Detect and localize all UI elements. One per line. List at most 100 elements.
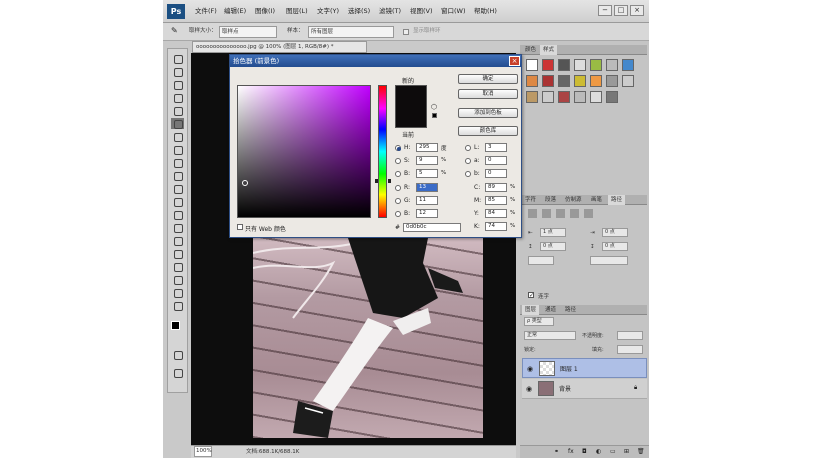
- web-colors-only-checkbox[interactable]: [237, 224, 243, 230]
- align-center-icon[interactable]: [542, 209, 551, 218]
- tab-brush[interactable]: 画笔: [588, 195, 605, 205]
- r-input[interactable]: 13: [416, 183, 438, 192]
- y-input[interactable]: 84: [485, 209, 507, 218]
- style-swatch[interactable]: [558, 59, 570, 71]
- add-mask-icon[interactable]: ◘: [582, 448, 587, 455]
- type-tool-icon[interactable]: [171, 248, 184, 259]
- new-group-icon[interactable]: ▭: [610, 448, 616, 455]
- style-swatch[interactable]: [558, 91, 570, 103]
- eye-icon[interactable]: ◉: [527, 365, 533, 373]
- dodge-tool-icon[interactable]: [171, 222, 184, 233]
- hand-tool-icon[interactable]: [171, 287, 184, 298]
- menu-filter[interactable]: 滤镜(T): [379, 0, 401, 23]
- eraser-tool-icon[interactable]: [171, 183, 184, 194]
- style-swatch[interactable]: [574, 91, 586, 103]
- space-before-field[interactable]: 0 点: [540, 242, 566, 251]
- style-swatch[interactable]: [558, 75, 570, 87]
- menu-file[interactable]: 文件(F): [195, 0, 217, 23]
- brush-tool-icon[interactable]: [171, 144, 184, 155]
- fill-field[interactable]: [617, 345, 643, 354]
- crop-tool-icon[interactable]: [171, 105, 184, 116]
- document-tab[interactable]: ooooooooooooooo.jpg @ 100% (图层 1, RGB/8#…: [192, 41, 367, 53]
- radio-blue[interactable]: [395, 211, 401, 217]
- tab-styles[interactable]: 样式: [540, 45, 558, 55]
- current-color-swatch[interactable]: [395, 107, 427, 128]
- maximize-button[interactable]: □: [614, 5, 628, 16]
- radio-s[interactable]: [395, 158, 401, 164]
- style-swatch[interactable]: [590, 91, 602, 103]
- hue-slider[interactable]: [378, 85, 387, 218]
- marquee-tool-icon[interactable]: [171, 66, 184, 77]
- radio-g[interactable]: [395, 198, 401, 204]
- menu-image[interactable]: 图像(I): [255, 0, 275, 23]
- menu-layer[interactable]: 图层(L): [286, 0, 308, 23]
- color-field[interactable]: [237, 85, 371, 218]
- style-swatch[interactable]: [606, 75, 618, 87]
- eye-icon[interactable]: ◉: [526, 385, 532, 393]
- c-input[interactable]: 89: [485, 183, 507, 192]
- style-swatch[interactable]: [542, 75, 554, 87]
- tab-character[interactable]: 字符: [522, 195, 539, 205]
- pen-tool-icon[interactable]: [171, 235, 184, 246]
- radio-b[interactable]: [395, 171, 401, 177]
- tab-paths-layers[interactable]: 路径: [562, 305, 579, 315]
- hyphen-checkbox[interactable]: ✓: [528, 292, 534, 299]
- align-left-icon[interactable]: [528, 209, 537, 218]
- l-input[interactable]: 3: [485, 143, 507, 152]
- tab-layers[interactable]: 图层: [522, 305, 540, 315]
- layer-row[interactable]: ◉ 背景 🔒︎: [522, 379, 647, 399]
- history-brush-tool-icon[interactable]: [171, 170, 184, 181]
- lab-b-input[interactable]: 0: [485, 169, 507, 178]
- k-input[interactable]: 74: [485, 222, 507, 231]
- eyedropper-tool-icon[interactable]: [171, 118, 184, 129]
- radio-h[interactable]: [395, 145, 401, 151]
- a-input[interactable]: 0: [485, 156, 507, 165]
- style-swatch[interactable]: [526, 91, 538, 103]
- path-select-tool-icon[interactable]: [171, 261, 184, 272]
- mojikumi-select[interactable]: [590, 256, 628, 265]
- tab-paths[interactable]: 路径: [608, 195, 626, 205]
- menu-edit[interactable]: 编辑(E): [224, 0, 246, 23]
- m-input[interactable]: 85: [485, 196, 507, 205]
- justify-all-icon[interactable]: [584, 209, 593, 218]
- tab-paragraph[interactable]: 段落: [542, 195, 559, 205]
- menu-type[interactable]: 文字(Y): [317, 0, 339, 23]
- ok-button[interactable]: 确定: [458, 74, 518, 84]
- style-swatch[interactable]: [542, 91, 554, 103]
- layer-style-icon[interactable]: fx: [568, 448, 574, 455]
- lasso-tool-icon[interactable]: [171, 79, 184, 90]
- blur-tool-icon[interactable]: [171, 209, 184, 220]
- style-swatch[interactable]: [622, 75, 634, 87]
- gradient-tool-icon[interactable]: [171, 196, 184, 207]
- hue-slider-handle[interactable]: [375, 179, 391, 183]
- style-swatch[interactable]: [590, 59, 602, 71]
- menu-help[interactable]: 帮助(H): [474, 0, 497, 23]
- kinsoku-select[interactable]: [528, 256, 554, 265]
- screen-mode-icon[interactable]: [171, 367, 184, 378]
- indent-right-field[interactable]: 0 点: [602, 228, 628, 237]
- minimize-button[interactable]: −: [598, 5, 612, 16]
- style-swatch-none[interactable]: [526, 59, 538, 71]
- indent-left-field[interactable]: 1 点: [540, 228, 566, 237]
- menu-window[interactable]: 窗口(W): [441, 0, 466, 23]
- show-ring-checkbox[interactable]: [403, 29, 409, 35]
- zoom-tool-icon[interactable]: [171, 300, 184, 311]
- justify-icon[interactable]: [570, 209, 579, 218]
- web-safe-swatch[interactable]: [432, 113, 437, 118]
- add-to-swatches-button[interactable]: 添加到色板: [458, 108, 518, 118]
- healing-tool-icon[interactable]: [171, 131, 184, 142]
- gamut-cube-icon[interactable]: ⬡: [431, 103, 437, 111]
- close-window-button[interactable]: ×: [630, 5, 644, 16]
- radio-l[interactable]: [465, 145, 471, 151]
- hex-input[interactable]: 0d0b0c: [403, 223, 461, 232]
- color-libraries-button[interactable]: 颜色库: [458, 126, 518, 136]
- style-swatch[interactable]: [606, 91, 618, 103]
- shape-tool-icon[interactable]: [171, 274, 184, 285]
- align-right-icon[interactable]: [556, 209, 565, 218]
- h-input[interactable]: 295: [416, 143, 438, 152]
- style-swatch[interactable]: [606, 59, 618, 71]
- radio-r[interactable]: [395, 185, 401, 191]
- quick-mask-icon[interactable]: [171, 349, 184, 360]
- tab-color[interactable]: 颜色: [522, 45, 539, 55]
- style-swatch[interactable]: [526, 75, 538, 87]
